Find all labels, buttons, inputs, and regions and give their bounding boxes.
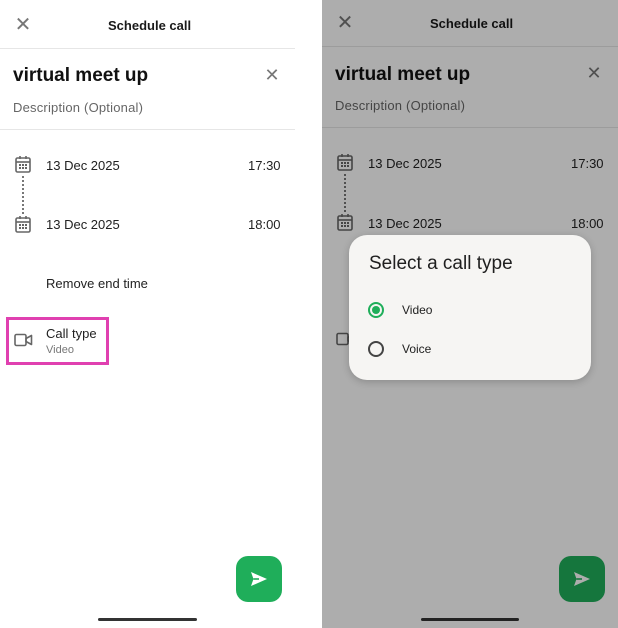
send-button[interactable] — [236, 556, 282, 602]
radio-unselected-icon[interactable] — [368, 341, 384, 357]
end-time[interactable]: 18:00 — [248, 217, 281, 232]
call-type-label: Call type — [46, 326, 97, 341]
end-date[interactable]: 13 Dec 2025 — [46, 217, 120, 232]
dialog-title: Select a call type — [369, 253, 513, 274]
start-date[interactable]: 13 Dec 2025 — [46, 158, 120, 173]
schedule-call-screen: ✕ Schedule call virtual meet up ✕ Descri… — [0, 0, 295, 628]
close-icon[interactable]: ✕ — [13, 15, 33, 35]
description-input[interactable]: Description (Optional) — [13, 100, 143, 115]
start-time[interactable]: 17:30 — [248, 158, 281, 173]
video-camera-icon — [14, 333, 33, 347]
panel-gap — [295, 0, 322, 628]
radio-label: Video — [402, 303, 433, 317]
schedule-call-screen-dialog: ✕ Schedule call virtual meet up ✕ Descri… — [322, 0, 618, 628]
remove-end-time-button[interactable]: Remove end time — [46, 276, 148, 291]
header-divider — [0, 48, 295, 49]
call-type-value: Video — [46, 344, 74, 356]
radio-label: Voice — [402, 342, 432, 356]
meeting-title-input[interactable]: virtual meet up — [13, 65, 148, 87]
send-icon — [251, 572, 267, 586]
time-connector — [22, 176, 24, 214]
home-indicator[interactable] — [98, 618, 197, 621]
header-title: Schedule call — [108, 18, 192, 33]
radio-option-video[interactable]: Video — [367, 300, 577, 322]
calendar-icon — [15, 216, 31, 233]
calendar-icon — [15, 156, 31, 173]
call-type-dialog: Select a call type Video Voice — [349, 235, 591, 380]
clear-title-icon[interactable]: ✕ — [263, 66, 281, 84]
meeting-divider — [0, 129, 295, 130]
radio-selected-icon[interactable] — [368, 302, 384, 318]
radio-option-voice[interactable]: Voice — [367, 339, 577, 361]
